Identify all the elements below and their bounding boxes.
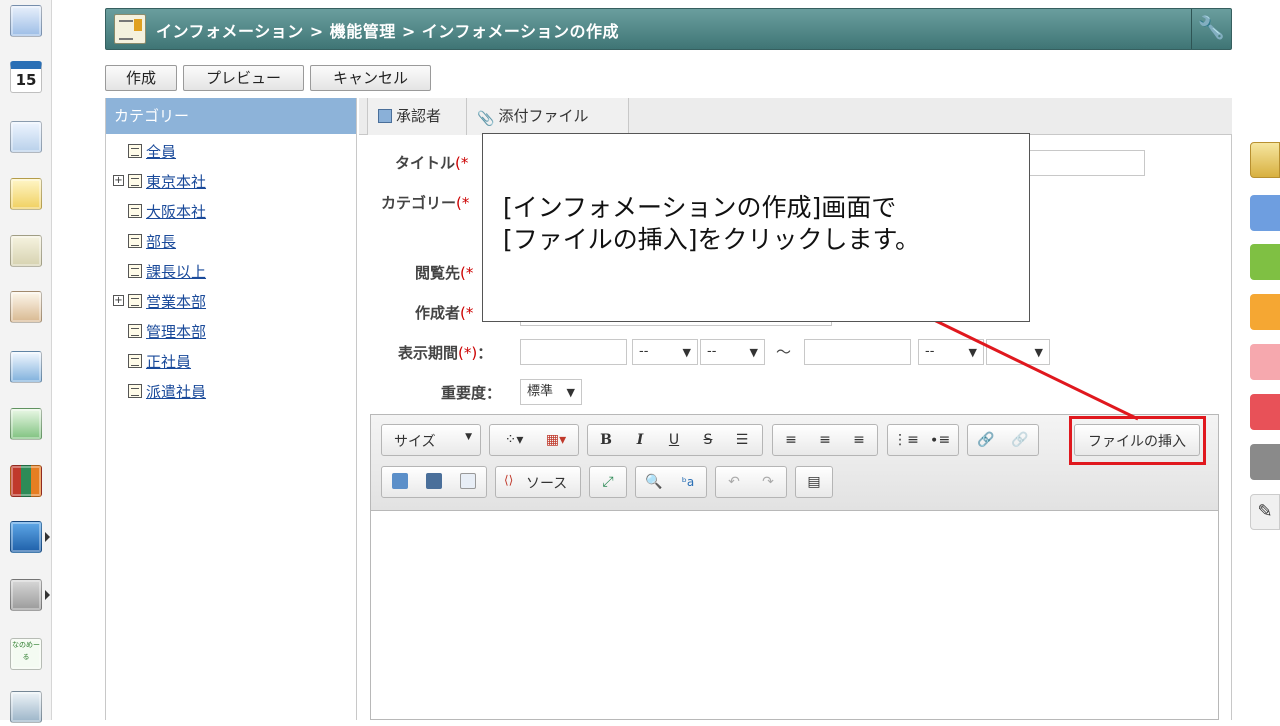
callout-arrow (933, 318, 1139, 421)
callout-arrow-line (933, 318, 1139, 421)
callout-text: [インフォメーションの作成]画面で [ファイルの挿入]をクリックします。 (503, 193, 921, 254)
insert-file-highlight (1069, 416, 1206, 465)
instruction-callout: [インフォメーションの作成]画面で [ファイルの挿入]をクリックします。 (482, 133, 1030, 322)
